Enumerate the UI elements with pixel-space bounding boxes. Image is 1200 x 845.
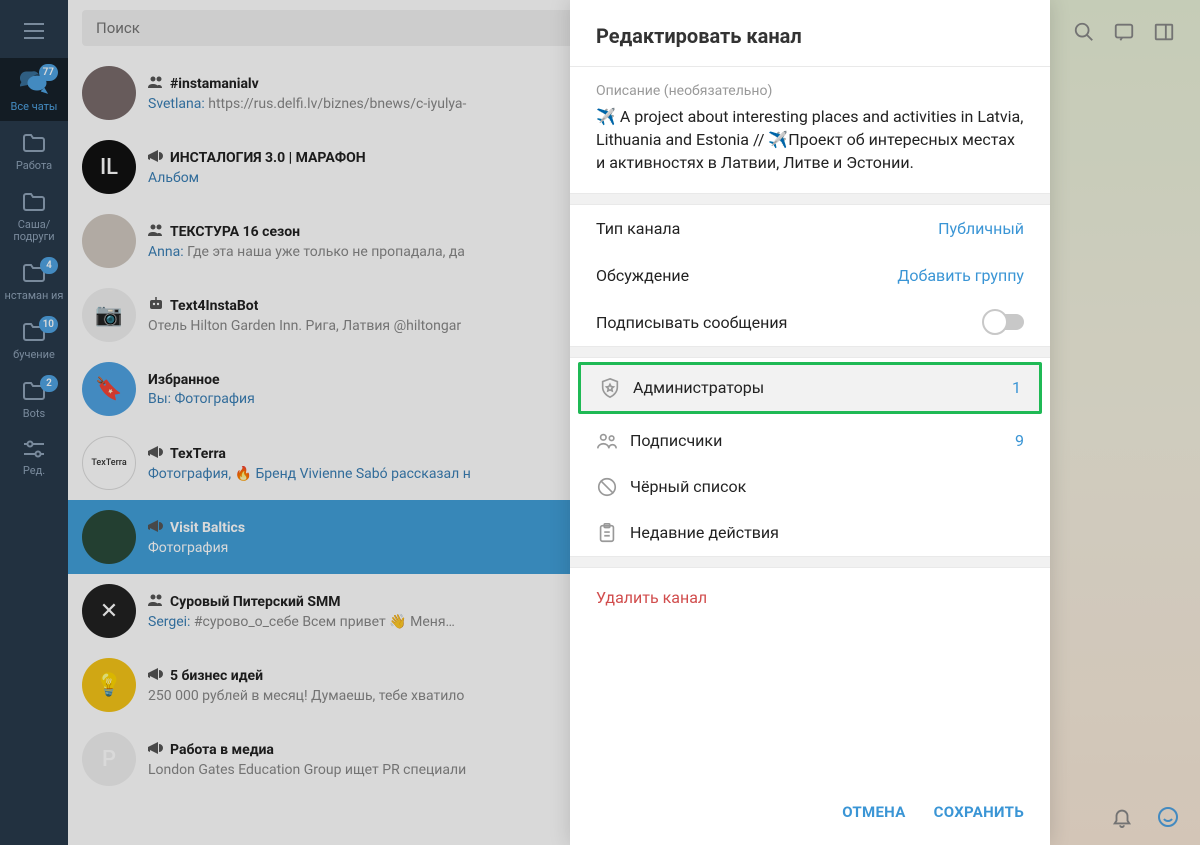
save-button[interactable]: СОХРАНИТЬ (934, 803, 1024, 821)
subscribers-count: 9 (1015, 431, 1024, 450)
sign-messages-row: Подписывать сообщения (570, 299, 1050, 346)
channel-type-row[interactable]: Тип канала Публичный (570, 205, 1050, 252)
subscribers-label: Подписчики (630, 431, 1015, 450)
channel-type-label: Тип канала (596, 219, 680, 238)
discussion-row[interactable]: Обсуждение Добавить группу (570, 252, 1050, 299)
modal-title: Редактировать канал (570, 0, 1050, 66)
administrators-row[interactable]: Администраторы 1 (578, 362, 1042, 414)
administrators-label: Администраторы (633, 378, 1012, 397)
edit-channel-modal: Редактировать канал Описание (необязател… (570, 0, 1050, 845)
recent-actions-row[interactable]: Недавние действия (570, 510, 1050, 556)
recent-actions-label: Недавние действия (630, 523, 779, 542)
people-icon (596, 430, 630, 452)
administrators-count: 1 (1012, 378, 1021, 397)
clipboard-icon (596, 522, 630, 544)
blacklist-label: Чёрный список (630, 477, 746, 496)
shield-icon (599, 377, 633, 399)
subscribers-row[interactable]: Подписчики 9 (570, 418, 1050, 464)
sign-messages-toggle[interactable] (984, 314, 1024, 330)
discussion-value: Добавить группу (897, 266, 1024, 285)
block-icon (596, 476, 630, 498)
delete-channel-button[interactable]: Удалить канал (570, 568, 1050, 627)
cancel-button[interactable]: ОТМЕНА (842, 803, 905, 821)
discussion-label: Обсуждение (596, 266, 689, 285)
description-text[interactable]: ✈️ A project about interesting places an… (570, 105, 1050, 193)
description-label: Описание (необязательно) (570, 67, 1050, 105)
sign-messages-label: Подписывать сообщения (596, 313, 787, 332)
channel-type-value: Публичный (938, 219, 1024, 238)
blacklist-row[interactable]: Чёрный список (570, 464, 1050, 510)
